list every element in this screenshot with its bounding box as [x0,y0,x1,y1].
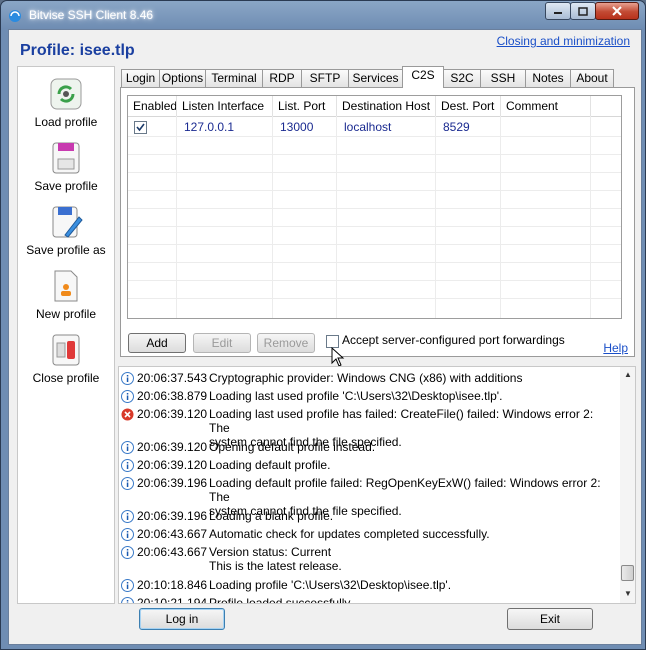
tab-about[interactable]: About [570,69,614,87]
scroll-thumb[interactable] [621,565,634,581]
client-area: Profile: isee.tlp Closing and minimizati… [8,29,642,645]
log-time: 20:10:18.846 [137,578,208,592]
remove-button[interactable]: Remove [257,333,315,353]
save-profile-icon [52,142,80,174]
log-message: Cryptographic provider: Windows CNG (x86… [209,371,523,385]
tab-sftp[interactable]: SFTP [301,69,349,87]
column-header-destination-host[interactable]: Destination Host [342,99,430,113]
sidebar-item-save-profile[interactable]: Save profile [18,141,114,193]
sidebar-item-label: Save profile [34,179,98,193]
profile-title: Profile: isee.tlp [20,42,135,59]
profile-sidebar: Load profile Save profile Save profile a… [17,66,115,604]
tab-s2c[interactable]: S2C [443,69,481,87]
checkmark-icon [136,123,145,132]
log-message: Version status: Current This is the late… [209,545,342,573]
column-header-dest-port[interactable]: Dest. Port [441,99,494,113]
window-title: Bitvise SSH Client 8.46 [29,8,154,22]
tab-notes[interactable]: Notes [525,69,571,87]
log-message: Automatic check for updates completed su… [209,527,490,541]
new-profile-icon [54,270,78,302]
log-time: 20:06:39.196 [137,476,208,490]
info-icon [121,441,134,454]
add-button[interactable]: Add [128,333,186,353]
tab-login[interactable]: Login [121,69,160,87]
log-message: Opening default profile instead. [209,440,376,454]
tab-services[interactable]: Services [348,69,403,87]
log-message: Profile loaded successfully. [209,596,353,604]
close-profile-icon [52,334,80,366]
log-time: 20:06:37.543 [137,371,208,385]
help-link[interactable]: Help [603,341,628,355]
sidebar-item-load-profile[interactable]: Load profile [18,77,114,129]
info-icon [121,528,134,541]
sidebar-item-new-profile[interactable]: New profile [18,269,114,321]
sidebar-item-close-profile[interactable]: Close profile [18,333,114,385]
info-icon [121,546,134,559]
info-icon [121,390,134,403]
scroll-down-icon[interactable]: ▼ [624,589,632,598]
log-message: Loading default profile. [209,458,331,472]
log-time: 20:06:39.120 [137,458,208,472]
info-icon [121,579,134,592]
tab-terminal[interactable]: Terminal [205,69,263,87]
log-panel[interactable]: 20:06:37.543 Cryptographic provider: Wind… [118,366,636,604]
row-enabled-checkbox[interactable] [134,121,147,134]
table-header: Enabled Listen Interface List. Port Dest… [128,96,621,117]
cell-listen-interface: 127.0.0.1 [184,120,235,134]
mouse-cursor-icon [331,347,345,367]
maximize-icon [578,6,588,16]
log-message: Loading a blank profile. [209,509,334,523]
accept-server-forwardings-label: Accept server-configured port forwarding… [342,333,565,347]
log-time: 20:06:43.667 [137,527,208,541]
maximize-button[interactable] [570,2,596,20]
cell-list-port: 13000 [280,120,314,134]
tab-ssh[interactable]: SSH [480,69,526,87]
cell-destination-host: localhost [344,120,392,134]
log-time: 20:06:43.667 [137,545,208,559]
c2s-panel: Enabled Listen Interface List. Port Dest… [120,87,635,367]
tab-options[interactable]: Options [159,69,206,87]
edit-button[interactable]: Edit [193,333,251,353]
column-header-comment[interactable]: Comment [506,99,558,113]
info-icon [121,372,134,385]
close-window-button[interactable] [595,2,639,20]
sidebar-item-label: Save profile as [26,243,106,257]
log-message: Loading last used profile 'C:\Users\32\D… [209,389,503,403]
sidebar-item-label: New profile [35,307,97,321]
info-icon [121,597,134,603]
save-profile-as-icon [52,206,83,238]
close-icon [612,6,622,16]
app-icon [9,10,21,22]
log-message: Loading profile 'C:\Users\32\Desktop\ise… [209,578,452,592]
column-header-list-port[interactable]: List. Port [278,99,325,113]
log-time: 20:06:39.120 [137,440,208,454]
exit-button[interactable]: Exit [507,608,593,630]
log-time: 20:06:38.879 [137,389,208,403]
login-button[interactable]: Log in [139,608,225,630]
sidebar-item-label: Load profile [34,115,98,129]
app-window: Bitvise SSH Client 8.46 Profile: isee.tl… [0,0,646,650]
cell-dest-port: 8529 [443,120,470,134]
minimize-button[interactable] [545,2,571,20]
tab-c2s[interactable]: C2S [402,66,444,88]
error-icon [121,408,134,421]
sidebar-item-label: Close profile [32,371,100,385]
column-header-enabled[interactable]: Enabled [133,99,177,113]
closing-minimization-link[interactable]: Closing and minimization [497,34,630,48]
sidebar-item-save-profile-as[interactable]: Save profile as [18,205,114,257]
scroll-up-icon[interactable]: ▲ [624,370,632,379]
info-icon [121,459,134,472]
column-header-listen-interface[interactable]: Listen Interface [182,99,264,113]
tab-rdp[interactable]: RDP [262,69,302,87]
title-bar[interactable]: Bitvise SSH Client 8.46 [1,1,645,29]
minimize-icon [554,12,562,14]
log-time: 20:06:39.196 [137,509,208,523]
info-icon [121,477,134,490]
log-scrollbar[interactable]: ▲ ▼ [620,367,635,603]
load-profile-icon [50,78,82,110]
log-time: 20:10:21.194 [137,596,208,604]
log-time: 20:06:39.120 [137,407,208,421]
info-icon [121,510,134,523]
c2s-forwarding-table[interactable]: Enabled Listen Interface List. Port Dest… [127,95,622,319]
